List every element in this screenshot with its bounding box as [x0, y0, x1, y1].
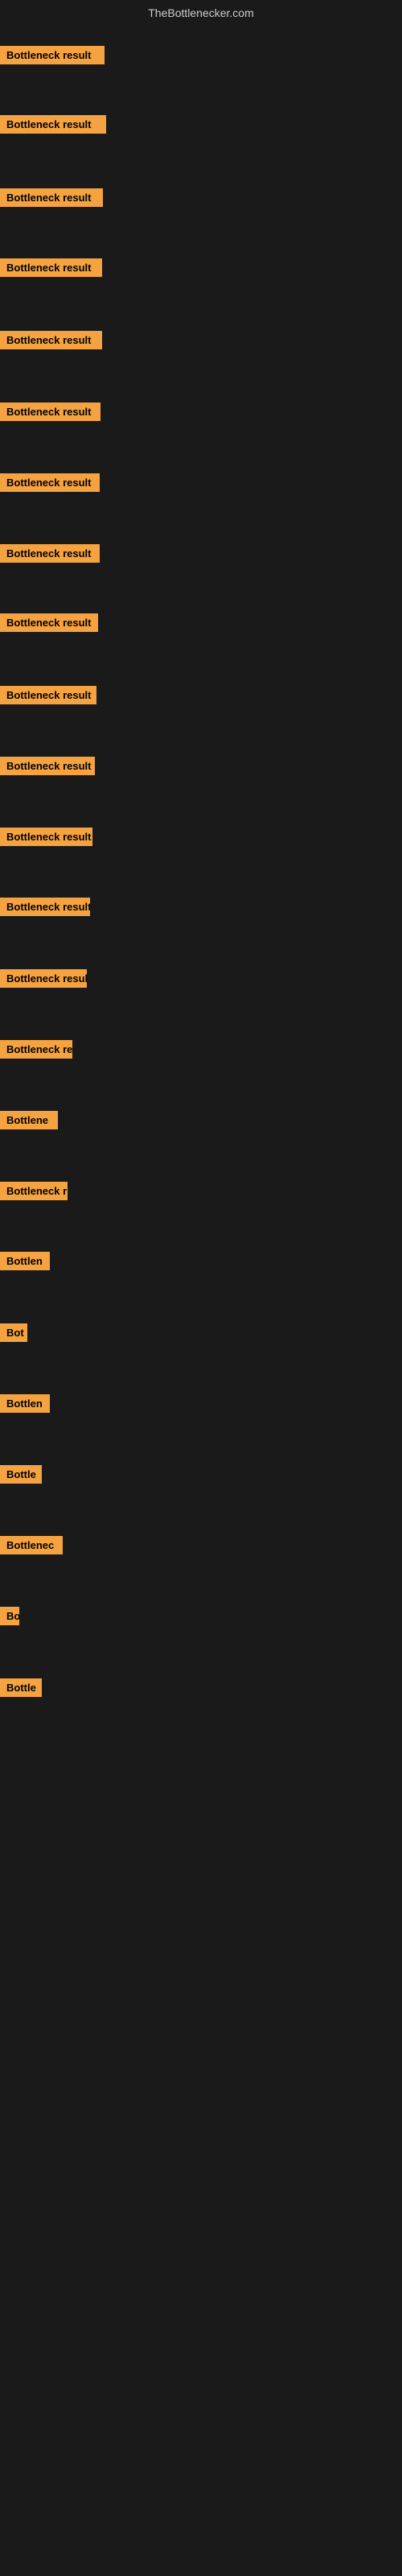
bottleneck-result-item: Bottleneck result	[0, 757, 95, 775]
bottleneck-result-item: Bot	[0, 1323, 27, 1342]
bottleneck-result-item: Bottleneck result	[0, 188, 103, 207]
bottleneck-result-item: Bottle	[0, 1465, 42, 1484]
bottleneck-result-item: Bottlen	[0, 1252, 50, 1270]
bottleneck-result-item: Bottlen	[0, 1394, 50, 1413]
bottleneck-result-item: Bottleneck result	[0, 544, 100, 563]
bottleneck-result-item: Bo	[0, 1607, 19, 1625]
bottleneck-result-item: Bottlenec	[0, 1536, 63, 1554]
bottleneck-result-item: Bottleneck result	[0, 613, 98, 632]
bottleneck-result-item: Bottleneck r	[0, 1182, 68, 1200]
bottleneck-result-item: Bottleneck result	[0, 115, 106, 134]
bottleneck-result-item: Bottleneck result	[0, 969, 87, 988]
bottleneck-result-item: Bottleneck result	[0, 828, 92, 846]
site-header: TheBottlenecker.com	[0, 0, 402, 23]
bottleneck-result-item: Bottleneck result	[0, 473, 100, 492]
bottleneck-result-item: Bottleneck result	[0, 402, 100, 421]
bottleneck-result-item: Bottleneck result	[0, 898, 90, 916]
bottleneck-result-item: Bottle	[0, 1678, 42, 1697]
bottleneck-result-item: Bottleneck result	[0, 258, 102, 277]
bottleneck-result-item: Bottleneck result	[0, 331, 102, 349]
bottleneck-result-item: Bottleneck result	[0, 686, 96, 704]
bottleneck-result-item: Bottlene	[0, 1111, 58, 1129]
bottleneck-result-item: Bottleneck re	[0, 1040, 72, 1059]
bottleneck-result-item: Bottleneck result	[0, 46, 105, 64]
